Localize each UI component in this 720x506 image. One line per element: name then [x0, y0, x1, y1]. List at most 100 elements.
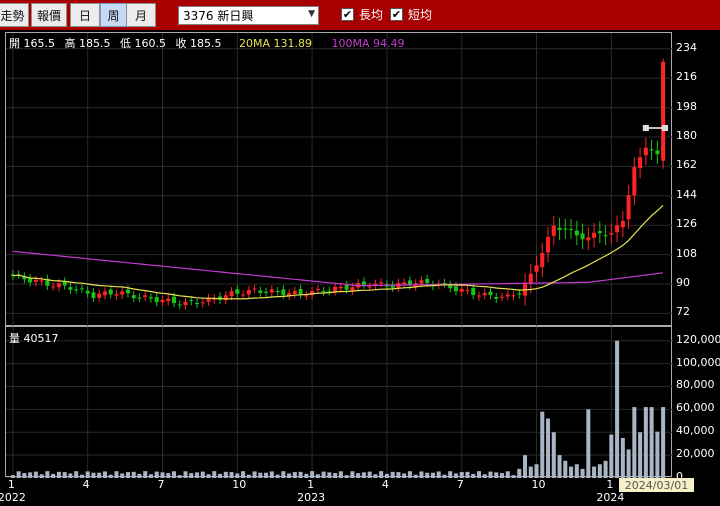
volume-bar [74, 471, 79, 478]
volume-bar [373, 474, 378, 478]
volume-bar [448, 471, 453, 478]
candle-body [574, 230, 579, 236]
candle-body [488, 291, 493, 296]
candle-body [91, 292, 96, 299]
candle-body [482, 292, 487, 296]
volume-chart [6, 327, 673, 478]
volume-bar [402, 473, 407, 478]
volume-bar [465, 471, 470, 478]
candle-body [200, 302, 205, 304]
candle-body [148, 297, 153, 299]
price-tick-label: 234 [676, 40, 697, 54]
volume-bar [310, 471, 315, 478]
volume-bar [528, 466, 533, 478]
volume-bar [120, 473, 125, 478]
volume-readout: 量 40517 [9, 332, 59, 345]
candle-body [586, 237, 591, 241]
tab-quote[interactable]: 報價 [31, 3, 67, 27]
candle-body [85, 290, 90, 294]
candle-body [56, 283, 61, 288]
candle-body [125, 289, 130, 294]
candle-body [609, 233, 614, 235]
volume-bar [626, 449, 631, 478]
tab-monthly[interactable]: 月 [126, 3, 156, 27]
candle-body [546, 236, 551, 253]
volume-tick-label: 80,000 [676, 378, 715, 392]
price-chart-panel[interactable]: 開 165.5 高 185.5 低 160.5 收 185.5 20MA 131… [5, 32, 673, 327]
volume-bar [22, 473, 27, 478]
volume-bar [505, 471, 510, 478]
long-ma-checkbox[interactable]: ✔ [341, 8, 354, 21]
volume-bar [407, 471, 412, 478]
volume-bar [148, 474, 153, 478]
volume-bar [569, 466, 574, 478]
volume-bar [534, 464, 539, 478]
candle-body [453, 286, 458, 292]
candle-body [425, 278, 430, 283]
volume-bar [195, 472, 200, 478]
price-marker-handle [642, 125, 649, 132]
candle-body [597, 231, 602, 234]
volume-bar [361, 472, 366, 478]
candle-body [465, 289, 470, 291]
long-ma-label: 長均 [359, 8, 384, 22]
candle-body [137, 297, 142, 299]
candle-body [292, 290, 297, 294]
price-marker-handle [662, 125, 669, 132]
price-tick-label: 72 [676, 305, 690, 319]
volume-bar [471, 473, 476, 478]
volume-bar [131, 471, 136, 478]
candle-body [661, 61, 666, 161]
volume-bar [125, 472, 130, 478]
candle-body [171, 296, 177, 304]
price-tick-label: 180 [676, 129, 697, 142]
volume-tick-label: 100,000 [676, 355, 720, 369]
volume-bar [102, 471, 107, 478]
candle-body [102, 291, 107, 296]
volume-bar [56, 471, 61, 478]
candle-body [304, 295, 309, 297]
volume-bar [246, 474, 251, 478]
volume-bar [241, 471, 246, 478]
candle-body [166, 298, 171, 302]
volume-bar [488, 471, 493, 478]
volume-bar [540, 411, 545, 478]
candle-body [419, 280, 424, 284]
candle-body [281, 289, 286, 296]
candle-body [643, 147, 648, 156]
candle-body [321, 291, 326, 293]
volume-bar [615, 340, 620, 478]
volume-tick-label: 40,000 [676, 424, 715, 438]
volume-bar [183, 471, 188, 478]
tab-weekly[interactable]: 周 [100, 3, 127, 27]
volume-bar [264, 472, 269, 478]
volume-bar [45, 471, 50, 478]
volume-bar [189, 473, 194, 478]
volume-bar [517, 468, 522, 478]
month-tick-label: 1 [606, 478, 614, 491]
volume-bar [200, 471, 205, 478]
candle-body [620, 220, 625, 228]
year-tick-label: 2023 [297, 491, 326, 504]
candle-body [476, 295, 481, 297]
volume-bar [442, 474, 447, 478]
candle-body [563, 228, 568, 230]
volume-bar [482, 474, 487, 478]
volume-bar [258, 472, 263, 478]
candle-body [592, 232, 597, 238]
volume-bar [430, 472, 435, 478]
candle-body [338, 286, 343, 289]
tab-trend[interactable]: 走勢 [0, 3, 29, 27]
stock-select-value: 3376 新日興 [183, 9, 254, 23]
short-ma-checkbox[interactable]: ✔ [390, 8, 403, 21]
stock-select[interactable]: 3376 新日興 ▼ [178, 6, 319, 25]
ohlc-readout: 開 165.5 高 185.5 低 160.5 收 185.5 20MA 131… [9, 35, 411, 51]
candle-body [235, 289, 240, 294]
volume-bar [114, 471, 119, 478]
month-tick-label: 7 [456, 478, 464, 491]
candle-body [68, 287, 73, 290]
candle-body [523, 282, 528, 296]
tab-daily[interactable]: 日 [70, 3, 100, 27]
volume-bar [333, 473, 338, 478]
volume-chart-panel[interactable]: 量 40517 [5, 326, 673, 478]
